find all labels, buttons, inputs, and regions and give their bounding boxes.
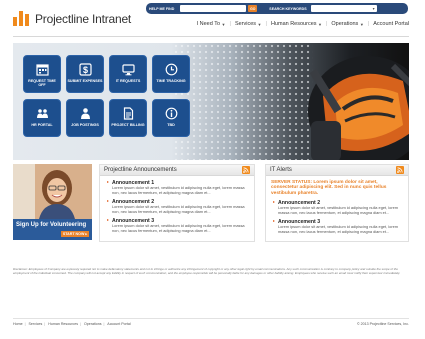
- announcement-item[interactable]: Announcement 2 Lorem ipsum dolor sit ame…: [107, 199, 249, 214]
- footer: Home | Services | Human Resources | Operati…: [13, 322, 409, 326]
- it-alerts-title: IT Alerts: [270, 167, 292, 173]
- help-me-find-label: HELP ME FIND: [149, 6, 175, 11]
- tile-label: SUBMIT EXPENSES: [67, 79, 103, 83]
- tile-it-requests[interactable]: IT REQUESTS: [109, 55, 147, 93]
- alert-item[interactable]: Announcement 3 Lorem ipsum dolor sit ame…: [273, 219, 403, 234]
- hero-banner: REQUEST TIME OFF $ SUBMIT EXPENSES IT RE…: [13, 43, 409, 160]
- info-icon: [164, 106, 178, 120]
- tile-time-tracking[interactable]: TIME TRACKING: [152, 55, 190, 93]
- footer-nav: Home | Services | Human Resources | Operati…: [13, 322, 131, 326]
- svg-text:$: $: [82, 65, 87, 75]
- announcement-item[interactable]: Announcement 3 Lorem ipsum dolor sit ame…: [107, 218, 249, 233]
- tile-label: TBD: [167, 123, 175, 127]
- it-alerts-panel: IT Alerts SERVER STATUS: Lorem ipsum dol…: [265, 164, 409, 242]
- tile-request-time-off[interactable]: REQUEST TIME OFF: [23, 55, 61, 93]
- tile-job-postings[interactable]: JOB POSTINGS: [66, 99, 104, 137]
- backpack-image: [308, 56, 409, 160]
- quick-links-grid: REQUEST TIME OFF $ SUBMIT EXPENSES IT RE…: [23, 55, 190, 137]
- tile-label: REQUEST TIME OFF: [28, 79, 56, 88]
- header-divider: [13, 36, 409, 37]
- volunteer-card[interactable]: Sign Up for Volunteering START NOW ▸: [13, 164, 92, 240]
- person-icon: [78, 106, 92, 120]
- intranet-page: Projectline Intranet HELP ME FIND GO SEA…: [0, 0, 425, 339]
- rss-icon[interactable]: [242, 166, 250, 174]
- announcements-panel: Projectline Announcements Announcement 1…: [99, 164, 255, 242]
- nav-item-account-portal[interactable]: | Account Portal: [364, 21, 409, 27]
- volunteer-title: Sign Up for Volunteering: [16, 222, 87, 228]
- clock-icon: [164, 62, 178, 76]
- rss-icon[interactable]: [396, 166, 404, 174]
- tile-tbd[interactable]: TBD: [152, 99, 190, 137]
- tile-project-billing[interactable]: PROJECT BILLING: [109, 99, 147, 137]
- tile-label: HR PORTAL: [31, 123, 53, 127]
- announcements-header: Projectline Announcements: [100, 165, 254, 176]
- nav-item-operations[interactable]: | Operations ▼: [322, 21, 364, 27]
- footer-link-home[interactable]: Home: [13, 322, 23, 326]
- tile-label: TIME TRACKING: [156, 79, 186, 83]
- main-nav: I Need To ▼ | Services ▼ | Human Resources ▼ …: [197, 21, 409, 27]
- site-logo[interactable]: Projectline Intranet: [13, 11, 131, 26]
- tile-label: PROJECT BILLING: [111, 123, 145, 127]
- site-title: Projectline Intranet: [35, 11, 132, 26]
- tile-hr-portal[interactable]: HR PORTAL: [23, 99, 61, 137]
- tile-label: IT REQUESTS: [115, 79, 141, 83]
- tile-submit-expenses[interactable]: $ SUBMIT EXPENSES: [66, 55, 104, 93]
- server-status-alert: SERVER STATUS: Lorem ipsum dolor sit ame…: [271, 180, 387, 196]
- people-icon: [35, 106, 49, 120]
- alert-item[interactable]: Announcement 2 Lorem ipsum dolor sit ame…: [273, 200, 403, 215]
- start-now-button[interactable]: START NOW ▸: [61, 231, 89, 237]
- footer-link-services[interactable]: Services: [29, 322, 43, 326]
- search-keywords-label: SEARCH KEYWORDS: [269, 6, 307, 11]
- logo-icon: [13, 11, 30, 26]
- announcements-title: Projectline Announcements: [104, 167, 177, 173]
- chevron-down-icon: ▾: [372, 6, 375, 11]
- footer-link-account-portal[interactable]: Account Portal: [107, 322, 130, 326]
- help-me-find-input[interactable]: [180, 5, 247, 12]
- it-alerts-header: IT Alerts: [266, 165, 408, 176]
- search-keywords-select[interactable]: ▾: [310, 5, 377, 12]
- nav-item-i-need-to[interactable]: I Need To ▼: [197, 21, 226, 27]
- disclaimer-text: Disclaimer: Employees of Company are exp…: [13, 267, 401, 275]
- nav-item-services[interactable]: | Services ▼: [226, 21, 262, 27]
- calendar-icon: [35, 62, 49, 76]
- tile-label: JOB POSTINGS: [71, 123, 99, 127]
- footer-divider: [13, 318, 409, 319]
- search-bar: HELP ME FIND GO SEARCH KEYWORDS ▾: [146, 3, 408, 14]
- nav-item-human-resources[interactable]: | Human Resources ▼: [262, 21, 322, 27]
- announcement-item[interactable]: Announcement 1 Lorem ipsum dolor sit ame…: [107, 180, 249, 195]
- monitor-icon: [121, 62, 135, 76]
- go-button[interactable]: GO: [248, 5, 258, 12]
- footer-link-operations[interactable]: Operations: [84, 322, 102, 326]
- footer-link-human-resources[interactable]: Human Resources: [48, 322, 78, 326]
- document-icon: [121, 106, 135, 120]
- dollar-icon: $: [78, 62, 92, 76]
- copyright: © 2013 Projectline Services, Inc.: [357, 322, 409, 326]
- volunteer-photo: [13, 164, 92, 219]
